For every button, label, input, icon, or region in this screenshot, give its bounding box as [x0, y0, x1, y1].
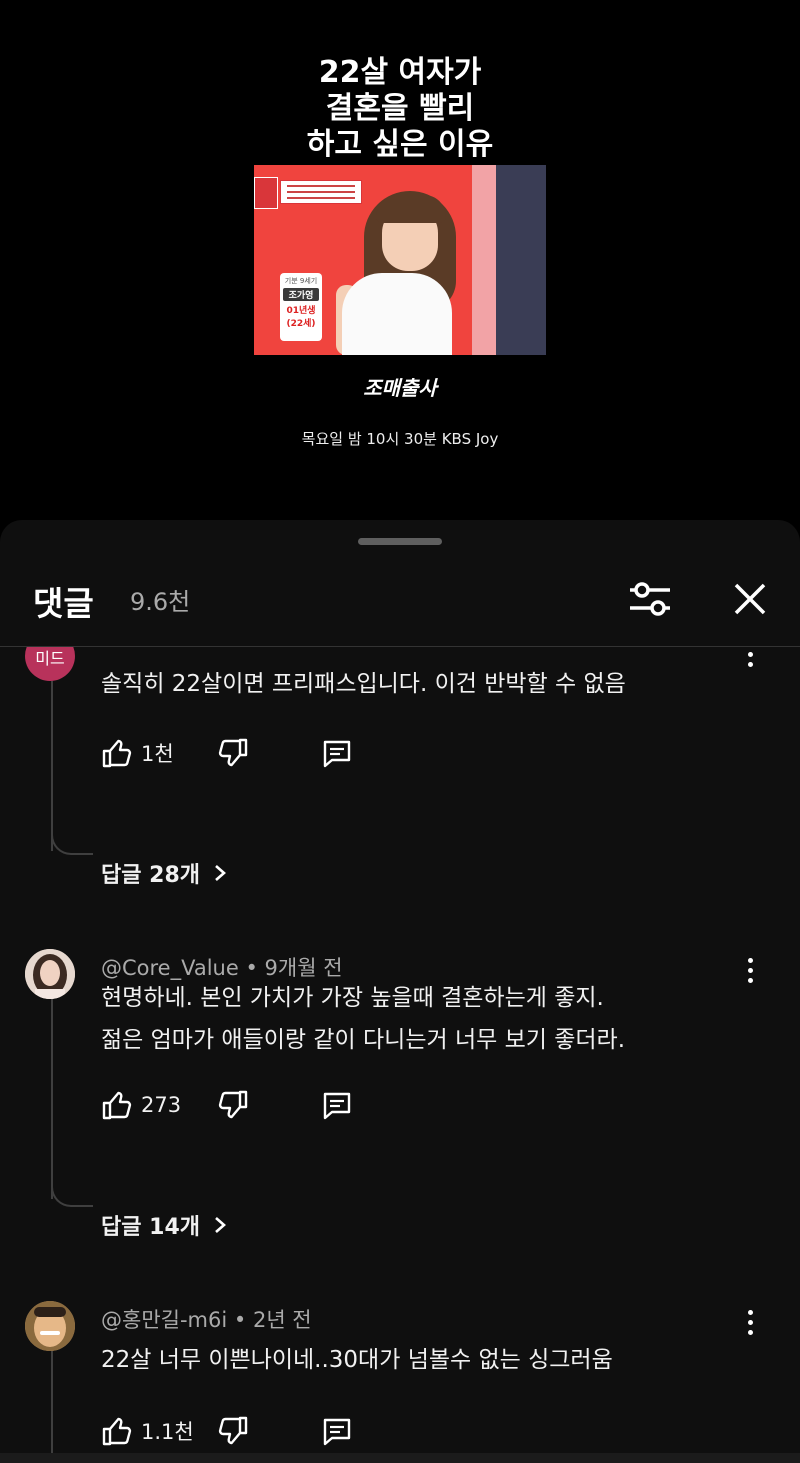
comment-list[interactable]: 미드 솔직히 22살이면 프리패스입니다. 이건 반박할 수 없음 1천 답글 … [0, 647, 800, 1463]
like-button[interactable]: 1.1천 [101, 1411, 194, 1451]
more-vert-icon [747, 1310, 753, 1315]
person-bangs [376, 195, 446, 223]
thumbs-down-icon [218, 738, 248, 767]
person-shirt [342, 273, 452, 355]
close-button[interactable] [725, 574, 775, 624]
caption-box [280, 180, 362, 204]
title-line-1: 22살 여자가 [318, 55, 482, 90]
thumbs-down-icon [218, 1416, 248, 1445]
video-title-overlay: 22살 여자가 결혼을 빨리 하고 싶은 이유 [0, 55, 800, 163]
like-count: 1.1천 [141, 1420, 194, 1444]
more-options-button[interactable] [738, 1305, 762, 1345]
show-logo-text: 조매출사 [363, 376, 437, 400]
thumbs-down-icon [218, 1090, 248, 1119]
thumbs-up-icon [102, 1091, 132, 1120]
replies-label: 답글 14개 [101, 1215, 200, 1240]
thumbs-up-icon [102, 1417, 132, 1446]
airtime-text: 목요일 밤 10시 30분 KBS Joy [301, 430, 499, 448]
like-count: 1천 [141, 742, 174, 766]
chevron-right-icon [215, 865, 226, 881]
comment-reply-icon [323, 740, 351, 768]
title-line-3: 하고 싶은 이유 [306, 127, 494, 162]
like-button[interactable]: 273 [101, 1085, 181, 1125]
more-vert-icon [747, 958, 753, 963]
comments-panel: 댓글 9.6천 미드 솔직히 22살이면 프리패스입니다. 이건 반박할 수 없… [0, 520, 800, 1463]
comment-reply-icon [323, 1092, 351, 1120]
dislike-button[interactable] [217, 1411, 249, 1451]
more-options-button[interactable] [738, 647, 762, 677]
comment-time: • 2년 전 [233, 1308, 312, 1332]
broadcast-logo-tab [254, 177, 278, 209]
avatar-portrait-icon [25, 1301, 75, 1351]
thread-line [51, 681, 53, 851]
thread-connector [51, 1183, 93, 1207]
thread-line [51, 999, 53, 1199]
name-card-name: 조가영 [283, 288, 319, 301]
name-card-role: 기분 9세기 [284, 277, 318, 285]
like-count: 273 [141, 1093, 182, 1117]
comments-count: 9.6천 [130, 588, 191, 616]
filter-sliders-icon [630, 582, 670, 616]
comment-actions: 1천 [101, 733, 401, 773]
dislike-button[interactable] [217, 1085, 249, 1125]
thumbs-up-icon [102, 739, 132, 768]
name-card-age: (22세) [286, 319, 316, 329]
drag-handle[interactable] [358, 538, 442, 545]
comment-actions: 273 [101, 1085, 401, 1125]
name-card-year: 01년생 [286, 306, 316, 316]
video-frame: 기분 9세기 조가영 01년생 (22세) [254, 165, 546, 355]
dislike-button[interactable] [217, 733, 249, 773]
close-icon [734, 583, 766, 615]
avatar[interactable]: 미드 [25, 647, 75, 681]
avatar[interactable] [25, 1301, 75, 1351]
comment-meta: @홍만길-m6i • 2년 전 [101, 1304, 312, 1334]
thread-connector [51, 831, 93, 855]
avatar-portrait-icon [25, 949, 75, 999]
comment-reply-icon [323, 1418, 351, 1446]
filter-button[interactable] [625, 574, 675, 624]
reply-button[interactable] [321, 1085, 353, 1125]
comment-author[interactable]: @홍만길-m6i [101, 1308, 227, 1332]
comments-title: 댓글 [33, 584, 94, 623]
comment-text: 22살 너무 이쁜나이네..30대가 넘볼수 없는 싱그러움 [101, 1347, 613, 1373]
avatar-initials: 미드 [35, 649, 65, 668]
title-line-2: 결혼을 빨리 [325, 91, 475, 126]
more-options-button[interactable] [738, 953, 762, 993]
backdrop-panel [496, 165, 546, 355]
chevron-right-icon [215, 1217, 226, 1233]
avatar[interactable] [25, 949, 75, 999]
comment-text: 현명하네. 본인 가치가 가장 높을때 결혼하는게 좋지. 젊은 엄마가 애들이… [101, 971, 741, 1061]
comments-header: 댓글 9.6천 [0, 560, 800, 646]
name-card: 기분 9세기 조가영 01년생 (22세) [280, 273, 322, 341]
comment-text: 솔직히 22살이면 프리패스입니다. 이건 반박할 수 없음 [101, 671, 626, 697]
comment-text-line: 젊은 엄마가 애들이랑 같이 다니는거 너무 보기 좋더라. [101, 1027, 626, 1053]
video-player[interactable]: 22살 여자가 결혼을 빨리 하고 싶은 이유 기분 9세기 조가영 01년생 … [0, 0, 800, 520]
bottom-edge [0, 1453, 800, 1463]
view-replies-button[interactable]: 답글 28개 [101, 857, 230, 889]
like-button[interactable]: 1천 [101, 733, 174, 773]
reply-button[interactable] [321, 733, 353, 773]
view-replies-button[interactable]: 답글 14개 [101, 1209, 230, 1241]
backdrop-stripe [472, 165, 496, 355]
comment-text-line: 현명하네. 본인 가치가 가장 높을때 결혼하는게 좋지. [101, 985, 604, 1011]
reply-button[interactable] [321, 1411, 353, 1451]
comment-actions: 1.1천 [101, 1411, 401, 1451]
thread-line [51, 1351, 53, 1463]
replies-label: 답글 28개 [101, 863, 200, 888]
show-logo: 조매출사 [0, 372, 800, 401]
